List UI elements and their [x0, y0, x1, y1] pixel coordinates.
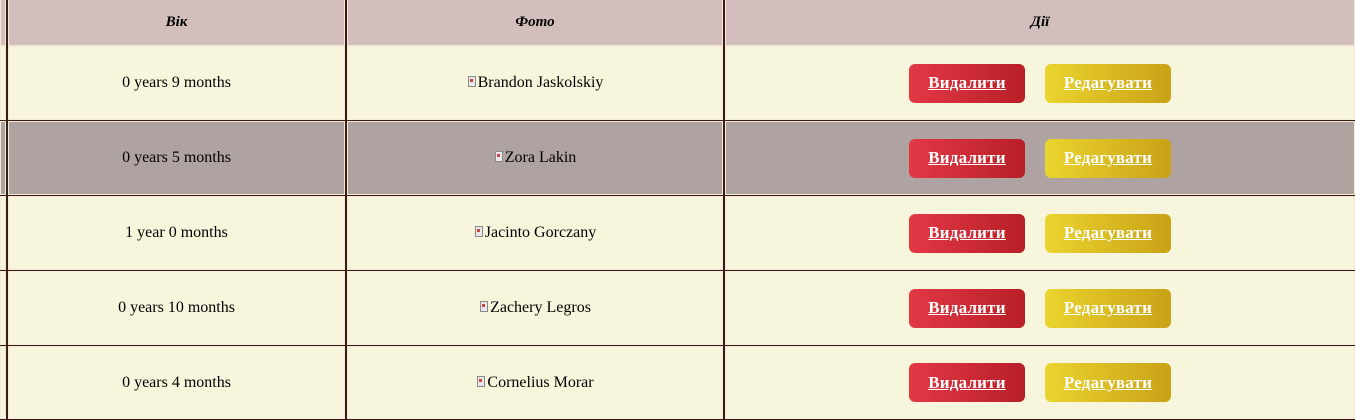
column-header-actions[interactable]: Дії — [725, 0, 1355, 46]
table-row: 0 years 9 months Brandon Jaskolskiy Вида… — [0, 46, 1355, 120]
row-stub — [0, 346, 6, 419]
photo-alt-text: Jacinto Gorczany — [484, 224, 597, 241]
age-cell: 1 year 0 months — [8, 196, 345, 270]
photo-cell: Zachery Legros — [347, 271, 723, 345]
photo-alt-text: Brandon Jaskolskiy — [477, 74, 604, 91]
actions-cell: Видалити Редагувати — [725, 46, 1355, 120]
age-cell: 0 years 5 months — [8, 121, 345, 195]
actions-cell: Видалити Редагувати — [725, 121, 1355, 195]
edit-button[interactable]: Редагувати — [1045, 138, 1171, 178]
photo-alt-text: Zora Lakin — [504, 149, 577, 166]
broken-image-icon — [479, 300, 489, 314]
delete-button[interactable]: Видалити — [909, 363, 1025, 402]
photo-cell: Zora Lakin — [347, 121, 723, 195]
age-cell: 0 years 10 months — [8, 271, 345, 345]
column-header-photo[interactable]: Фото — [347, 0, 723, 46]
row-stub — [0, 0, 6, 46]
row-stub — [0, 46, 6, 120]
photo-cell: Cornelius Morar — [347, 346, 723, 419]
pet-photo: Zachery Legros — [479, 299, 591, 317]
table-header-row: Вік Фото Дії — [0, 0, 1355, 46]
age-cell: 0 years 9 months — [8, 46, 345, 120]
pets-table: Вік Фото Дії 0 years 9 months Brandon Ja… — [0, 0, 1355, 419]
delete-button[interactable]: Видалити — [909, 213, 1025, 253]
table-row: 0 years 4 months Cornelius Morar Видалит… — [0, 346, 1355, 420]
delete-button[interactable]: Видалити — [909, 288, 1025, 328]
actions-cell: Видалити Редагувати — [725, 346, 1355, 419]
actions-cell: Видалити Редагувати — [725, 196, 1355, 270]
row-stub — [0, 121, 6, 195]
pet-photo: Cornelius Morar — [476, 373, 594, 392]
photo-cell: Jacinto Gorczany — [347, 196, 723, 270]
pet-photo: Jacinto Gorczany — [474, 224, 597, 242]
table-row: 1 year 0 months Jacinto Gorczany Видалит… — [0, 196, 1355, 270]
delete-button[interactable]: Видалити — [909, 138, 1025, 178]
table-row: 0 years 10 months Zachery Legros Видалит… — [0, 271, 1355, 345]
edit-button[interactable]: Редагувати — [1045, 63, 1171, 103]
edit-button[interactable]: Редагувати — [1045, 363, 1171, 402]
age-cell: 0 years 4 months — [8, 346, 345, 419]
row-stub — [0, 196, 6, 270]
column-header-age[interactable]: Вік — [8, 0, 345, 46]
delete-button[interactable]: Видалити — [909, 63, 1025, 103]
broken-image-icon — [476, 375, 486, 389]
broken-image-icon — [467, 75, 477, 89]
photo-alt-text: Cornelius Morar — [487, 373, 594, 391]
photo-cell: Brandon Jaskolskiy — [347, 46, 723, 120]
actions-cell: Видалити Редагувати — [725, 271, 1355, 345]
row-stub — [0, 271, 6, 345]
edit-button[interactable]: Редагувати — [1045, 288, 1171, 328]
pet-photo: Brandon Jaskolskiy — [467, 74, 604, 92]
broken-image-icon — [474, 225, 484, 239]
edit-button[interactable]: Редагувати — [1045, 213, 1171, 253]
photo-alt-text: Zachery Legros — [490, 299, 591, 316]
broken-image-icon — [494, 150, 504, 164]
table-row: 0 years 5 months Zora Lakin Видалити Ред… — [0, 121, 1355, 195]
pet-photo: Zora Lakin — [494, 149, 577, 167]
